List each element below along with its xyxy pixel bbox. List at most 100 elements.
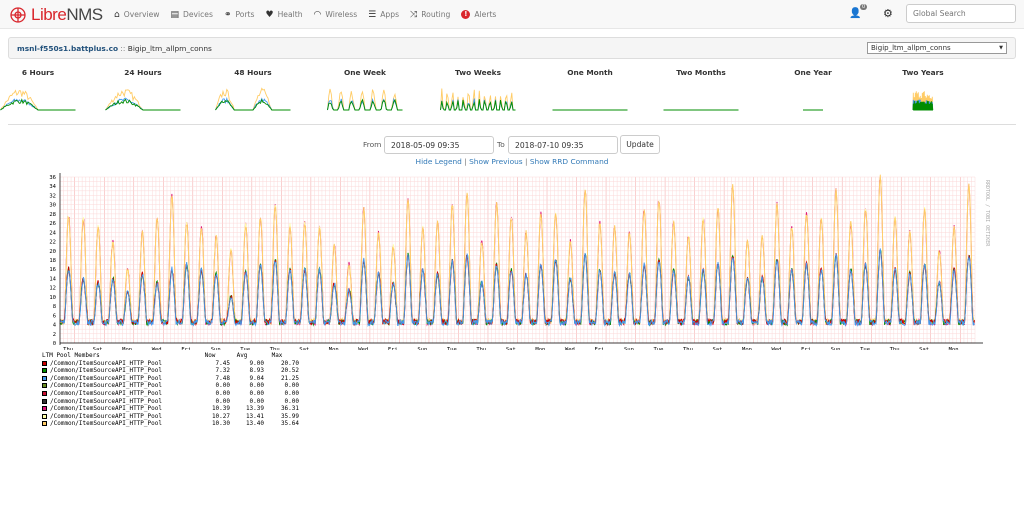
legend-swatch (42, 413, 47, 419)
x-tick-label: Fri (594, 347, 604, 350)
device-link[interactable]: msnl-f550s1.battplus.co (17, 44, 118, 53)
legend-row: /Common/ItemSourceAPI_HTTP_Pool 0.00 0.00 0… (42, 398, 299, 406)
global-search-input[interactable] (906, 4, 1016, 23)
legend-swatch (42, 398, 47, 404)
thumbnail-48-hours[interactable]: 48 Hours (198, 68, 308, 117)
legend-swatch (42, 406, 47, 412)
x-tick-label: Wed (152, 347, 162, 350)
thumbnail-series-line (0, 98, 76, 111)
connections-graph: 024681012141618202224262830323436Thu Sat M… (49, 173, 990, 350)
notification-badge[interactable]: 0 (860, 4, 868, 10)
gear-icon[interactable]: ⚙ (883, 7, 893, 20)
x-tick-label: Mon (329, 347, 339, 350)
legend-column-header: Max (271, 352, 283, 359)
x-tick-label: Thu (270, 347, 280, 350)
from-input[interactable]: 2018-05-09 09:35 (384, 136, 494, 154)
nav-overview[interactable]: ⌂ Overview (114, 10, 159, 20)
legend-row: /Common/ItemSourceAPI_HTTP_Pool 7.45 9.00 2… (42, 360, 299, 368)
x-tick-label: Mon (949, 347, 959, 350)
thumbnail-graph (803, 109, 823, 111)
link-separator: | (464, 157, 467, 166)
legend-avg: 13.39 (245, 405, 264, 413)
thumbnail-graph (215, 87, 291, 111)
nav-health[interactable]: ♥ Health (266, 10, 303, 20)
nav-routing[interactable]: ⤨ Routing (410, 10, 450, 20)
thumbnail-label: One Year (794, 68, 832, 77)
legend-max: 35.64 (280, 420, 299, 428)
nav-label: Alerts (474, 10, 497, 19)
thumbnail-one-week[interactable]: One Week (310, 68, 420, 117)
nav-ports[interactable]: ⚭ Ports (224, 10, 255, 20)
nav-wireless[interactable]: ◠ Wireless (314, 10, 358, 20)
legend-row: /Common/ItemSourceAPI_HTTP_Pool 7.48 9.04 2… (42, 375, 299, 383)
legend-swatch (42, 375, 47, 381)
to-input[interactable]: 2018-07-10 09:35 (508, 136, 618, 154)
nav-label: Ports (235, 10, 255, 19)
thumbnail-one-year[interactable]: One Year (758, 68, 868, 117)
thumbnail-two-months[interactable]: Two Months (646, 68, 756, 117)
show-previous-link[interactable]: Show Previous (469, 157, 523, 166)
thumbnail-series-line (0, 89, 76, 111)
legend-series-name: /Common/ItemSourceAPI_HTTP_Pool (50, 389, 162, 397)
user-icon[interactable]: 👤 (849, 8, 861, 19)
home-icon: ⌂ (114, 9, 120, 20)
legend-row: /Common/ItemSourceAPI_HTTP_Pool 10.30 13.4… (42, 420, 299, 428)
x-tick-label: Wed (358, 347, 368, 350)
thumbnail-one-month[interactable]: One Month (535, 68, 645, 117)
nav-label: Devices (183, 10, 213, 19)
graph-type-select[interactable]: Bigip_ltm_allpm_conns ▼ (867, 42, 1007, 54)
legend-series-name: /Common/ItemSourceAPI_HTTP_Pool (50, 420, 162, 428)
x-tick-label: Sun (831, 347, 841, 350)
wifi-icon: ◠ (313, 9, 322, 20)
thumbnail-two-weeks[interactable]: Two Weeks (423, 68, 533, 117)
brand-nms: NMS (66, 5, 103, 24)
nav-apps[interactable]: ☰ Apps (368, 10, 399, 20)
thumbnail-graph (327, 88, 403, 111)
legend-column-header: Avg (236, 352, 248, 359)
period-thumbnails: 6 Hours 24 Hours 48 Hours One Week Two Weeks… (0, 68, 1016, 118)
x-tick-label: Sat (93, 347, 103, 350)
librenms-logo[interactable]: Libre NMS (8, 5, 103, 25)
legend-avg: 9.00 (249, 359, 264, 367)
hide-legend-link[interactable]: Hide Legend (416, 157, 462, 166)
thumbnail-6-hours[interactable]: 6 Hours (0, 68, 93, 117)
legend-avg: 13.41 (245, 412, 264, 420)
legend-swatch (42, 368, 47, 374)
legend-swatch (42, 383, 47, 389)
thumbnail-graph (912, 91, 934, 111)
x-tick-label: Sun (211, 347, 221, 350)
thumbnail-series-line (215, 98, 291, 111)
graph-type-value: Bigip_ltm_allpm_conns (871, 44, 951, 52)
nav-alerts[interactable]: ! Alerts (461, 10, 496, 19)
x-tick-label: Mon (535, 347, 545, 350)
legend-row: /Common/ItemSourceAPI_HTTP_Pool 0.00 0.00 0… (42, 382, 299, 390)
chevron-down-icon: ▼ (999, 45, 1003, 51)
legend-swatch (42, 360, 47, 366)
show-rrd-command-link[interactable]: Show RRD Command (530, 157, 609, 166)
legend-row: /Common/ItemSourceAPI_HTTP_Pool 0.00 0.00 0… (42, 390, 299, 398)
update-button[interactable]: Update (620, 135, 660, 154)
legend-avg: 8.93 (249, 367, 264, 375)
nav-devices[interactable]: ▤ Devices (170, 10, 212, 20)
graph-links: Hide Legend | Show Previous | Show RRD C… (0, 157, 1024, 166)
x-tick-label: Tue (860, 347, 870, 350)
x-tick-label: Wed (772, 347, 782, 350)
legend-title: LTM Pool Members (42, 352, 100, 359)
breadcrumb-separator: :: (118, 44, 128, 53)
graph-header-panel: msnl-f550s1.battplus.co :: Bigip_ltm_all… (8, 37, 1016, 59)
legend-max: 0.00 (284, 389, 299, 397)
legend-header: LTM Pool Members Now Avg Max (42, 352, 282, 360)
nav-label: Health (277, 10, 303, 19)
x-tick-label: Sat (713, 347, 723, 350)
y-tick-label: 20 (49, 249, 56, 255)
y-tick-label: 8 (53, 304, 56, 310)
legend-row: /Common/ItemSourceAPI_HTTP_Pool 10.27 13.4… (42, 413, 299, 421)
legend-max: 0.00 (284, 397, 299, 405)
thumbnail-24-hours[interactable]: 24 Hours (88, 68, 198, 117)
thumbnail-graph (105, 89, 181, 111)
rrdtool-watermark: RRDTOOL / TOBI OETIKER (984, 180, 990, 247)
x-tick-label: Tue (447, 347, 457, 350)
y-tick-label: 14 (49, 276, 56, 282)
thumbnail-two-years[interactable]: Two Years (868, 68, 978, 117)
y-tick-label: 6 (53, 313, 56, 319)
